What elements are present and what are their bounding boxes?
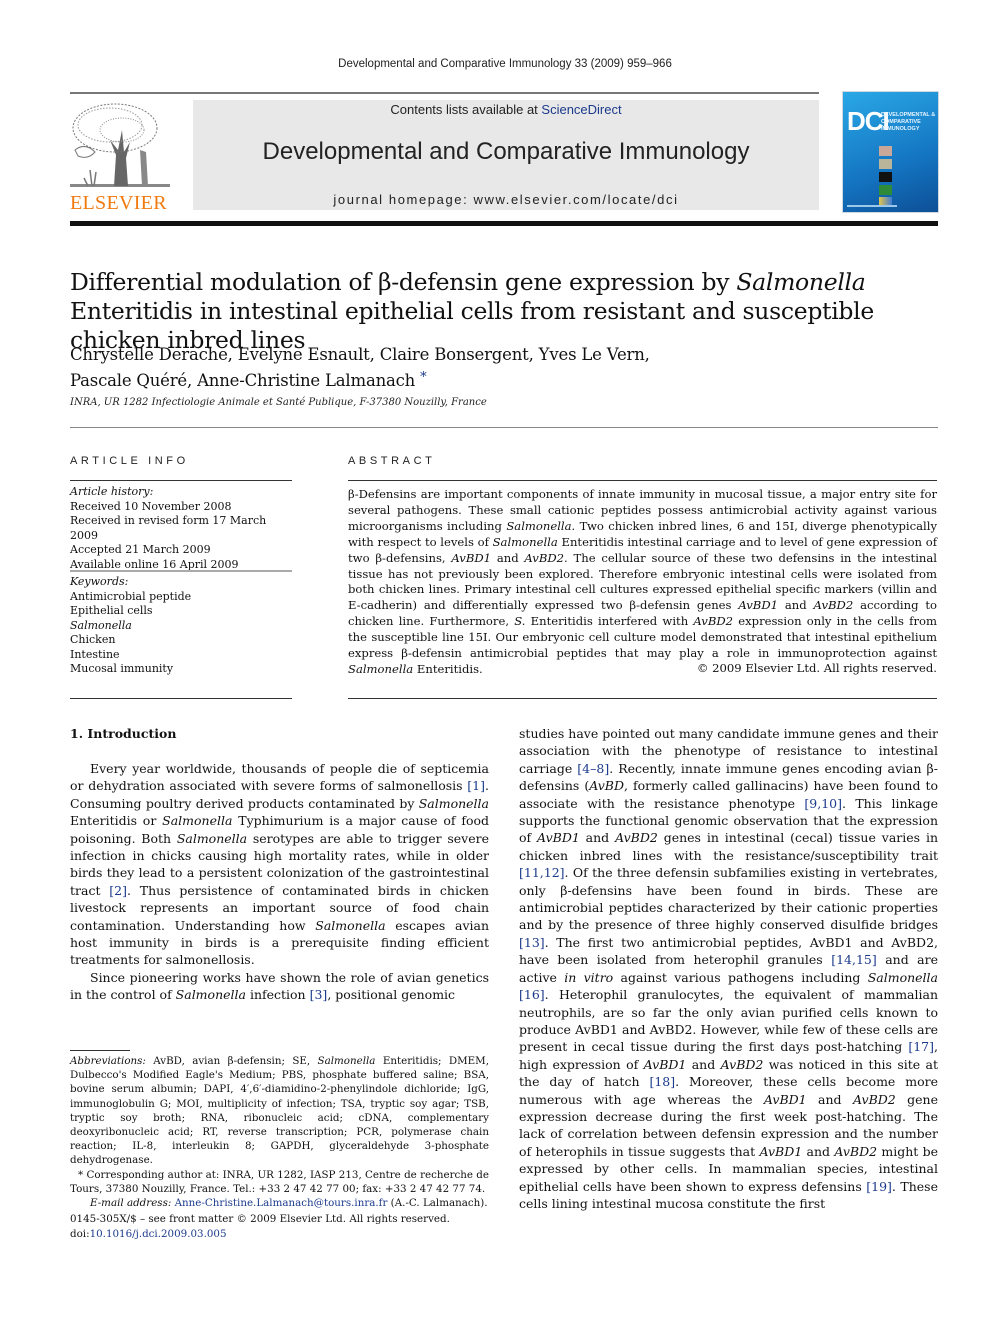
keyword: Intestine	[70, 647, 120, 661]
sciencedirect-link[interactable]: ScienceDirect	[541, 102, 621, 117]
divider	[70, 570, 292, 572]
affiliation: INRA, UR 1282 Infectiologie Animale et S…	[70, 397, 487, 408]
paragraph-continued: studies have pointed out many candidate …	[519, 726, 939, 1211]
citation-link[interactable]: [2]	[109, 883, 127, 898]
journal-banner: Contents lists available at ScienceDirec…	[193, 100, 819, 210]
cover-title-line: IMMUNOLOGY	[881, 126, 920, 132]
doi-link[interactable]: 10.1016/j.dci.2009.03.005	[90, 1228, 227, 1240]
citation-link[interactable]: [14,15]	[831, 952, 877, 967]
cover-image-1	[879, 146, 892, 156]
contents-line: Contents lists available at ScienceDirec…	[193, 102, 819, 117]
body-column-right: studies have pointed out many candidate …	[519, 725, 938, 1212]
contents-prefix: Contents lists available at	[390, 102, 542, 117]
citation-link[interactable]: [13]	[519, 935, 545, 950]
citation-link[interactable]: [4–8]	[577, 761, 609, 776]
abstract-text: β-Defensins are important components of …	[348, 487, 938, 676]
citation-link[interactable]: [18]	[649, 1074, 675, 1089]
abstract-heading: ABSTRACT	[348, 455, 436, 467]
email-footnote: E-mail address: Anne-Christine.Lalmanach…	[90, 1197, 488, 1210]
cover-footer	[847, 205, 897, 207]
divider	[348, 698, 937, 699]
running-head: Developmental and Comparative Immunology…	[338, 58, 672, 70]
authors-line: Chrystelle Derache, Evelyne Esnault, Cla…	[70, 345, 650, 364]
authors-line: Pascale Quéré, Anne-Christine Lalmanach	[70, 371, 416, 390]
doi-prefix: doi:	[70, 1228, 90, 1240]
divider	[70, 427, 938, 428]
abstract-copyright: © 2009 Elsevier Ltd. All rights reserved…	[696, 661, 937, 675]
citation-link[interactable]: [1]	[467, 778, 485, 793]
paragraph: Every year worldwide, thousands of peopl…	[70, 761, 490, 968]
history-item: Accepted 21 March 2009	[70, 543, 211, 556]
history-label: Article history:	[70, 485, 154, 498]
elsevier-tree-icon	[70, 103, 170, 187]
journal-cover-thumbnail[interactable]: DCI DEVELOPMENTAL & COMPARATIVE IMMUNOLO…	[843, 92, 938, 212]
cover-image-3	[879, 172, 892, 182]
cover-title: DEVELOPMENTAL & COMPARATIVE IMMUNOLOGY	[881, 112, 935, 133]
cover-image-5	[879, 197, 892, 205]
section-heading-introduction: 1. Introduction	[70, 726, 177, 741]
citation-link[interactable]: [17]	[908, 1039, 934, 1054]
article-title: Differential modulation of β-defensin ge…	[70, 268, 950, 355]
footnotes: Abbreviations: AvBD, avian β-defensin; S…	[70, 1054, 489, 1210]
title-text: Differential modulation of β-defensin ge…	[70, 268, 737, 296]
front-matter: 0145-305X/$ – see front matter © 2009 El…	[70, 1212, 450, 1242]
cover-title-line: COMPARATIVE	[881, 119, 921, 125]
paragraph: Since pioneering works have shown the ro…	[70, 969, 489, 1003]
history-item: Received in revised form 17 March 2009	[70, 514, 267, 542]
title-italic: Salmonella	[736, 268, 866, 296]
divider	[70, 480, 292, 481]
masthead-rule	[70, 221, 938, 226]
article-info-heading: ARTICLE INFO	[70, 455, 189, 467]
issn-line: 0145-305X/$ – see front matter © 2009 El…	[70, 1213, 450, 1225]
elsevier-wordmark: ELSEVIER	[70, 192, 167, 214]
divider	[348, 480, 937, 481]
keyword: Epithelial cells	[70, 604, 153, 617]
header-rule	[70, 92, 819, 94]
footnote-rule	[70, 1050, 130, 1051]
keywords-label: Keywords:	[70, 575, 129, 588]
corresponding-author-link[interactable]: *	[420, 370, 427, 385]
keyword: Antimicrobial peptide	[70, 589, 192, 603]
article-history: Article history: Received 10 November 20…	[70, 485, 292, 572]
history-item: Received 10 November 2008	[70, 499, 232, 513]
abbreviations-footnote: Abbreviations: AvBD, avian β-defensin; S…	[70, 1055, 490, 1167]
email-link[interactable]: Anne-Christine.Lalmanach@tours.inra.fr	[175, 1197, 388, 1209]
journal-homepage-link[interactable]: journal homepage: www.elsevier.com/locat…	[193, 192, 819, 207]
citation-link[interactable]: [3]	[310, 987, 328, 1002]
elsevier-logo[interactable]: ELSEVIER	[70, 100, 185, 214]
keyword: Mucosal immunity	[70, 662, 174, 675]
cover-image-4	[879, 185, 892, 195]
citation-link[interactable]: [9,10]	[804, 796, 842, 811]
citation-link[interactable]: [11,12]	[519, 865, 565, 880]
cover-title-line: DEVELOPMENTAL &	[881, 112, 936, 118]
body-column-left: Every year worldwide, thousands of peopl…	[70, 760, 489, 1004]
citation-link[interactable]: [16]	[519, 987, 545, 1002]
keywords: Keywords: Antimicrobial peptide Epitheli…	[70, 575, 292, 677]
keyword: Salmonella	[70, 618, 132, 632]
corresponding-author-footnote: * Corresponding author at: INRA, UR 1282…	[70, 1168, 489, 1195]
divider	[70, 698, 292, 699]
citation-link[interactable]: [19]	[866, 1179, 892, 1194]
cover-image-2	[879, 159, 892, 169]
author-list: Chrystelle Derache, Evelyne Esnault, Cla…	[70, 343, 650, 392]
journal-name[interactable]: Developmental and Comparative Immunology	[193, 138, 819, 166]
keyword: Chicken	[70, 633, 116, 646]
